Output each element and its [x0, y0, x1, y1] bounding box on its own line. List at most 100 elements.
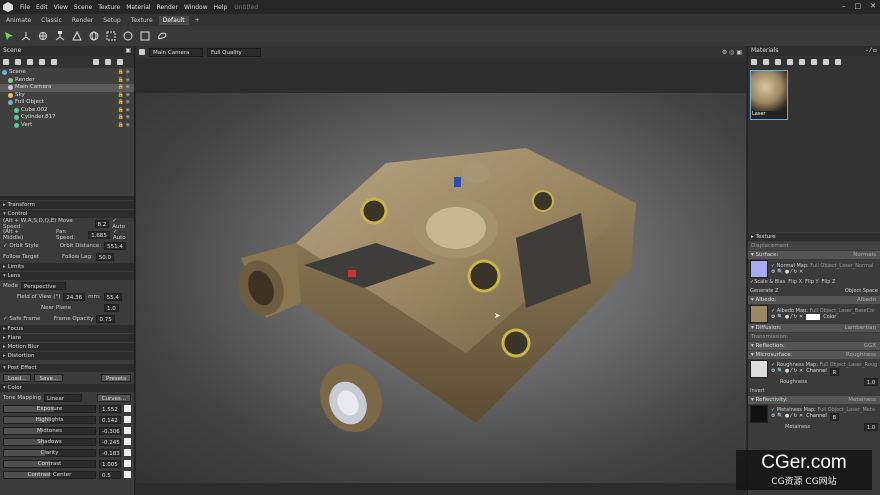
lock-eye-icon[interactable]: 🔒 ◉ — [118, 107, 130, 115]
sky-icon[interactable] — [27, 59, 33, 65]
slider-value[interactable]: -0.245 — [99, 437, 121, 446]
menu-texture[interactable]: Texture — [95, 4, 123, 11]
maximize-icon[interactable]: □ — [855, 2, 862, 10]
color-swatch[interactable] — [124, 416, 131, 423]
menu-material[interactable]: Material — [123, 4, 153, 11]
menu-render[interactable]: Render — [154, 4, 181, 11]
color-swatch[interactable] — [124, 405, 131, 412]
lock-eye-icon[interactable]: 🔒 ◉ — [118, 77, 130, 85]
color-swatch[interactable] — [806, 313, 821, 320]
panel-options-icon[interactable]: ▣ — [125, 46, 131, 56]
menu-edit[interactable]: Edit — [33, 4, 51, 11]
section-distortion[interactable]: Distortion — [0, 352, 134, 360]
slider-value[interactable]: -0.183 — [99, 448, 121, 457]
microsurface-section[interactable]: ▾ Microsurface: Roughness — [748, 351, 880, 359]
select-arrow-icon[interactable] — [3, 30, 15, 42]
transmission-section[interactable]: Transmission: — [748, 333, 880, 341]
reflectivity-value[interactable]: Metalness — [848, 396, 876, 404]
load-button[interactable]: Load... — [3, 373, 32, 382]
curves-button[interactable]: Curves... — [96, 393, 131, 402]
orbit-style-checkbox[interactable]: ✓ Orbit Style — [3, 243, 39, 249]
globe-icon[interactable] — [88, 30, 100, 42]
diffusion-section[interactable]: ▾ Diffusion: Lambertian — [748, 324, 880, 332]
circle-select-icon[interactable] — [122, 30, 134, 42]
viewport[interactable]: Main Camera Full Quality ⚙ ◎ ▣ ➤ — [136, 46, 746, 495]
mode-dropdown[interactable]: Perspective — [21, 281, 66, 290]
fov-field[interactable]: 24.36 — [63, 292, 86, 301]
lock-eye-icon[interactable]: 🔒 ◉ — [118, 99, 130, 107]
flip-x-checkbox[interactable]: Flip X — [788, 278, 802, 287]
roughness-field[interactable]: 1.0 — [864, 378, 878, 387]
lock-eye-icon[interactable]: 🔒 ◉ — [118, 69, 130, 77]
mm-field[interactable]: 55.4 — [103, 292, 122, 301]
map-tools-icons[interactable]: ⚙ 🔍 ● ⁄ ↻ ✕ Channel B — [771, 412, 875, 421]
lock-eye-icon[interactable]: 🔒 ◉ — [118, 122, 130, 130]
shape-icon[interactable] — [39, 59, 45, 65]
section-flare[interactable]: Flare — [0, 334, 134, 342]
minimize-icon[interactable]: – — [842, 2, 846, 10]
surface-section[interactable]: ▾ Surface: Normals — [748, 251, 880, 259]
slider-value[interactable]: 1.005 — [99, 459, 121, 468]
section-focus[interactable]: Focus — [0, 325, 134, 333]
tone-mapping-dropdown[interactable]: Linear — [44, 393, 83, 402]
color-slider[interactable]: Midtones — [3, 426, 96, 435]
trash-icon[interactable] — [117, 59, 123, 65]
settings-icon[interactable] — [835, 59, 841, 65]
color-slider[interactable]: Highlights — [3, 415, 96, 424]
albedo-map-thumb[interactable] — [750, 304, 768, 323]
flip-y-checkbox[interactable]: Flip Y — [805, 278, 818, 287]
tree-item-scene[interactable]: Scene 🔒 ◉ — [0, 69, 134, 77]
duplicate-icon[interactable] — [105, 59, 111, 65]
color-slider[interactable]: Contrast — [3, 459, 96, 468]
rotate-gizmo-icon[interactable] — [37, 30, 49, 42]
panel-options-icon[interactable]: - ⁄ ▫ — [866, 46, 877, 56]
follow-target-checkbox[interactable]: Follow Target — [3, 254, 39, 260]
frame-opacity-field[interactable]: 0.75 — [96, 314, 115, 323]
menu-view[interactable]: View — [51, 4, 71, 11]
metalness-field[interactable]: 1.0 — [864, 423, 878, 432]
channel-dropdown[interactable]: B — [829, 412, 840, 421]
color-swatch[interactable] — [124, 471, 131, 478]
color-slider[interactable]: Clarity — [3, 448, 96, 457]
picker-icon[interactable] — [763, 59, 769, 65]
map-tools-icons[interactable]: ⚙ 🔍 ● ⁄ ↻ ✕ Color — [771, 313, 875, 320]
orbit-distance-field[interactable]: 551.4 — [104, 241, 126, 250]
microsurface-value[interactable]: Roughness — [846, 351, 876, 359]
albedo-value[interactable]: Albedo — [857, 296, 876, 304]
slider-value[interactable]: -0.306 — [99, 426, 121, 435]
menu-help[interactable]: Help — [211, 4, 231, 11]
square-icon[interactable] — [139, 30, 151, 42]
color-slider[interactable]: Shadows — [3, 437, 96, 446]
save-button[interactable]: Save... — [34, 373, 64, 382]
flip-z-checkbox[interactable]: Flip Z — [822, 278, 836, 287]
color-swatch[interactable] — [124, 460, 131, 467]
presets-button[interactable]: Presets — [100, 373, 131, 382]
duplicate-icon[interactable] — [799, 59, 805, 65]
follow-lag-field[interactable]: 50.0 — [95, 252, 115, 261]
menu-window[interactable]: Window — [181, 4, 211, 11]
tab-add[interactable]: + — [191, 16, 204, 25]
map-tools-icons[interactable]: ⚙ 🔍 ● ⁄ ↻ ✕ Channel R — [771, 367, 877, 376]
channel-dropdown[interactable]: R — [829, 367, 840, 376]
tree-item-cube[interactable]: Cube.002 🔒 ◉ — [0, 107, 134, 115]
section-lens[interactable]: Lens — [0, 272, 134, 280]
map-tools-icons[interactable]: ⚙ 🔍 ● ⁄ ↻ ✕ — [771, 269, 873, 275]
tab-classic[interactable]: Classic — [37, 16, 66, 25]
folder-icon[interactable] — [93, 59, 99, 65]
tree-item-vert[interactable]: Vert 🔒 ◉ — [0, 122, 134, 130]
lock-eye-icon[interactable]: 🔒 ◉ — [118, 92, 130, 100]
reflection-section[interactable]: ▾ Reflection: GGX — [748, 342, 880, 350]
quality-dropdown[interactable]: Full Quality — [207, 47, 261, 57]
clear-icon[interactable] — [775, 59, 781, 65]
tab-setup[interactable]: Setup — [99, 16, 124, 25]
import-icon[interactable] — [51, 59, 57, 65]
light-icon[interactable] — [15, 59, 21, 65]
normal-map-thumb[interactable] — [750, 259, 768, 278]
pivot-icon[interactable] — [71, 30, 83, 42]
slider-value[interactable]: 0.142 — [99, 415, 121, 424]
slider-value[interactable]: 0.5 — [99, 470, 121, 479]
move-gizmo-icon[interactable] — [20, 30, 32, 42]
lock-eye-icon[interactable]: 🔒 ◉ — [118, 114, 130, 122]
color-slider[interactable]: Contrast Center — [3, 470, 96, 479]
close-icon[interactable]: ✕ — [870, 2, 876, 10]
